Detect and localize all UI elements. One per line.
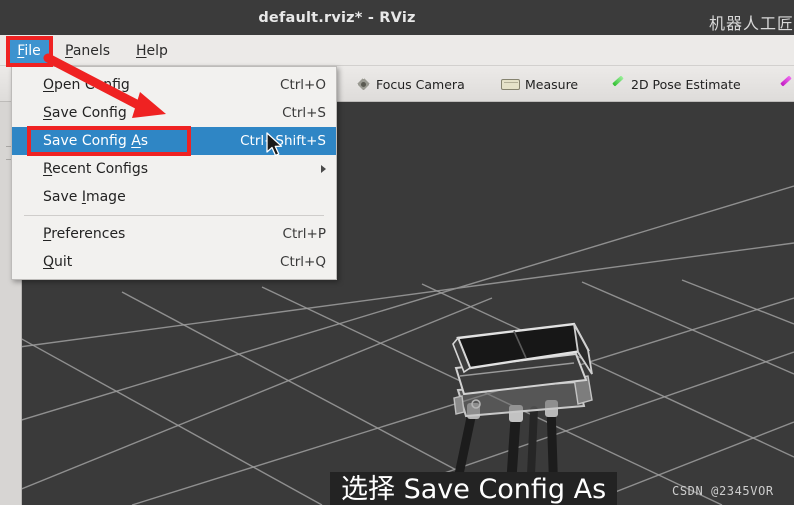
annotation-arrow bbox=[43, 53, 166, 118]
menu-item-open-config-shortcut: Ctrl+O bbox=[280, 77, 326, 93]
instruction-caption: 选择 Save Config As bbox=[330, 472, 618, 505]
green-arrow-icon bbox=[611, 77, 626, 92]
focus-camera-label: Focus Camera bbox=[376, 76, 465, 92]
pose-estimate-label: 2D Pose Estimate bbox=[631, 76, 741, 92]
mouse-cursor bbox=[266, 132, 283, 157]
csdn-watermark: CSDN @2345VOR bbox=[672, 484, 774, 498]
menu-item-preferences[interactable]: Preferences Ctrl+P bbox=[12, 220, 336, 248]
focus-camera-button[interactable]: Focus Camera bbox=[352, 72, 469, 96]
menu-item-save-image[interactable]: Save Image bbox=[12, 183, 336, 211]
menu-item-preferences-shortcut: Ctrl+P bbox=[282, 226, 326, 242]
pose-estimate-button[interactable]: 2D Pose Estimate bbox=[607, 72, 745, 96]
menu-item-quit-label: Quit bbox=[43, 254, 73, 270]
measure-button[interactable]: Measure bbox=[497, 72, 582, 96]
submenu-chevron-icon bbox=[321, 165, 326, 173]
menu-item-save-image-label: Save Image bbox=[43, 189, 126, 205]
nav-goal-button[interactable] bbox=[775, 72, 794, 96]
rviz-window: default.rviz* - RViz 机器人工匠 File Panels H… bbox=[0, 0, 794, 505]
ruler-icon bbox=[501, 78, 520, 90]
channel-watermark: 机器人工匠 bbox=[708, 14, 794, 33]
menu-separator bbox=[24, 215, 324, 216]
menu-item-recent-configs-label: Recent Configs bbox=[43, 161, 149, 177]
magenta-arrow-icon bbox=[779, 77, 794, 92]
window-title: default.rviz* - RViz bbox=[258, 9, 416, 26]
menu-item-save-config-shortcut: Ctrl+S bbox=[282, 105, 326, 121]
menu-item-quit[interactable]: Quit Ctrl+Q bbox=[12, 248, 336, 276]
title-bar: default.rviz* - RViz 机器人工匠 bbox=[0, 0, 794, 35]
focus-camera-icon bbox=[356, 77, 371, 92]
menu-item-quit-shortcut: Ctrl+Q bbox=[280, 254, 326, 270]
menu-item-preferences-label: Preferences bbox=[43, 226, 126, 242]
menu-item-recent-configs[interactable]: Recent Configs bbox=[12, 155, 336, 183]
measure-label: Measure bbox=[525, 76, 579, 92]
